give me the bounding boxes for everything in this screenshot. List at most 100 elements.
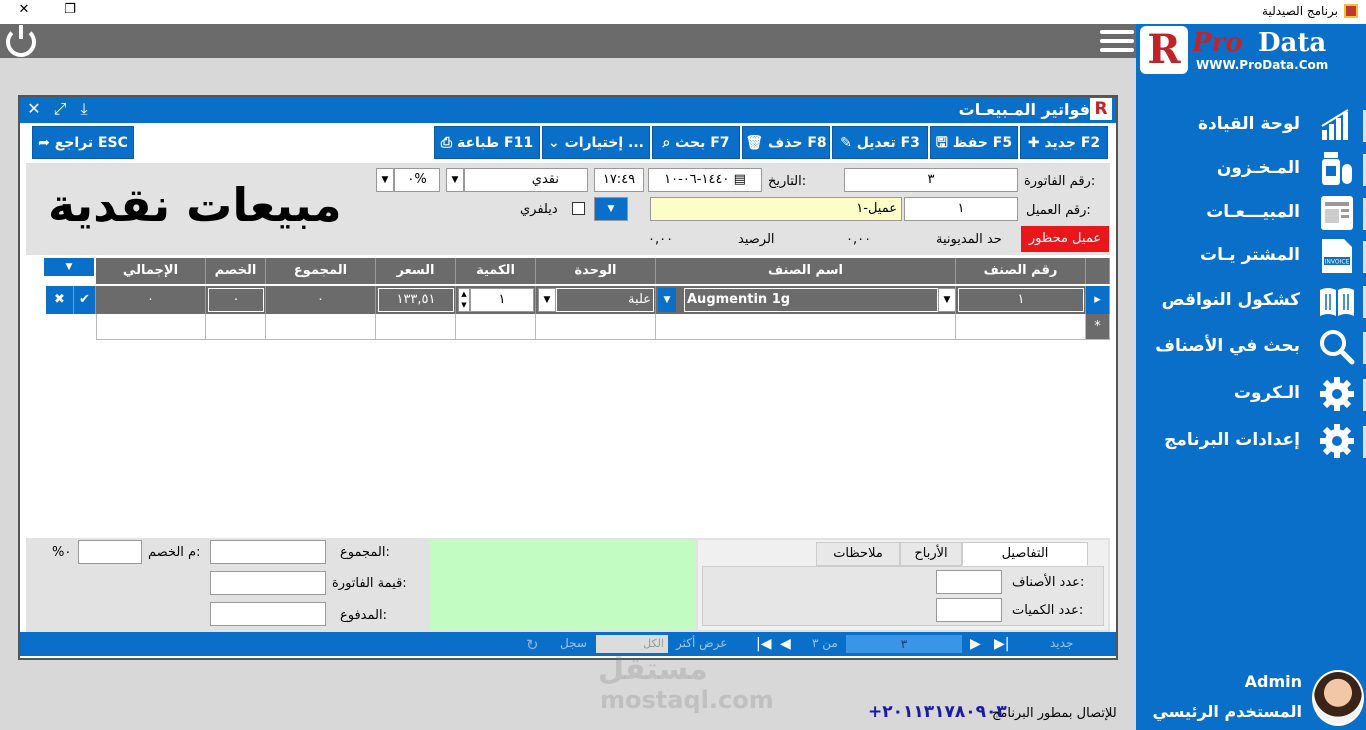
paid-field[interactable] xyxy=(210,602,326,626)
sidebar-item-sales[interactable]: المبيـــعـات xyxy=(1136,194,1366,234)
column-header-item-name[interactable]: اسم الصنف xyxy=(656,258,956,284)
chevron-down-icon[interactable]: ▼ xyxy=(938,288,956,312)
column-header-sum[interactable]: المجموع xyxy=(266,258,376,284)
empty-cell[interactable] xyxy=(376,314,456,340)
customer-name-field[interactable]: عميل-١ xyxy=(650,197,902,221)
date-field[interactable]: ١٤٤٠-٠٦-١٠ ▤ xyxy=(648,168,762,192)
sidebar-item-label: الـكروت xyxy=(1233,383,1300,403)
print-button[interactable]: ⎙ طباعة F11 xyxy=(434,126,540,159)
new-button[interactable]: ✚ جديد F2 xyxy=(1020,126,1108,159)
qty-stepper-icon[interactable]: ▲ ▼ xyxy=(458,288,470,312)
tab-profits[interactable]: الأرباح xyxy=(900,542,962,566)
banned-customer-badge: عميل محظور xyxy=(1021,226,1109,252)
qty-count-field[interactable] xyxy=(936,598,1002,622)
nav-record-field[interactable]: ٣ xyxy=(846,635,962,653)
column-header-total[interactable]: الإجمالي xyxy=(96,258,206,284)
cell-discount[interactable]: ٠ xyxy=(208,288,264,312)
tab-details[interactable]: التفاصيل xyxy=(962,542,1088,566)
options-button[interactable]: ⌄ إختيارات ... xyxy=(542,126,650,159)
nav-last-icon[interactable]: ▶| xyxy=(994,636,1009,652)
column-header-discount[interactable]: الخصم xyxy=(206,258,266,284)
payment-type-select[interactable]: نقدي xyxy=(464,168,588,192)
window-close-icon[interactable]: ✕ xyxy=(14,2,34,17)
purchase-invoice-icon: INVOICE xyxy=(1322,239,1352,273)
nav-first-icon[interactable]: |◀ xyxy=(756,636,771,652)
hamburger-menu-icon[interactable] xyxy=(1100,30,1134,56)
column-header-unit[interactable]: الوحدة xyxy=(536,258,656,284)
download-icon[interactable]: ⤓ xyxy=(74,99,94,119)
nav-filter-select[interactable]: الكل xyxy=(596,635,668,653)
invoice-value-field[interactable] xyxy=(210,571,326,595)
sidebar-item-inventory[interactable]: المـخـزون xyxy=(1136,150,1366,190)
sum-field[interactable] xyxy=(210,540,326,564)
sidebar-item-shortages[interactable]: كشكول النواقص xyxy=(1136,282,1366,322)
cell-item-name[interactable]: Augmentin 1g xyxy=(684,288,938,312)
empty-cell[interactable] xyxy=(656,314,956,340)
save-icon: 🖫 xyxy=(935,135,953,151)
printer-icon: ⎙ xyxy=(440,135,457,151)
chevron-down-icon[interactable]: ▼ xyxy=(446,168,464,192)
items-count-field[interactable] xyxy=(936,570,1002,594)
save-button[interactable]: 🖫 حفظ F5 xyxy=(930,126,1018,159)
confirm-check-icon[interactable]: ✔ xyxy=(74,286,96,314)
cell-price[interactable]: ١٣٣,٥١ xyxy=(378,288,454,312)
cancel-x-icon[interactable]: ✖ xyxy=(46,286,74,314)
grid-options-chevron-icon[interactable]: ▼ xyxy=(44,258,94,276)
empty-cell[interactable] xyxy=(956,314,1086,340)
column-header-qty[interactable]: الكمية xyxy=(456,258,536,284)
delete-button[interactable]: 🗑 حذف F8 xyxy=(742,126,830,159)
invoice-window-header xyxy=(20,97,1116,123)
customer-dropdown-icon[interactable]: ▼ xyxy=(594,197,628,221)
empty-cell[interactable] xyxy=(456,314,536,340)
gear-icon xyxy=(1320,377,1354,411)
power-icon[interactable] xyxy=(6,25,36,57)
top-bar xyxy=(0,24,1136,58)
logo-mark: R xyxy=(1140,26,1188,74)
time-field[interactable]: ١٧:٤٩ xyxy=(594,168,644,192)
discount-field[interactable] xyxy=(78,540,142,564)
column-header-price[interactable]: السعر xyxy=(376,258,456,284)
discount-percent-sign: %٠ xyxy=(52,545,72,560)
chevron-down-icon[interactable]: ▼ xyxy=(538,288,556,312)
sidebar-item-cards[interactable]: الـكروت xyxy=(1136,375,1366,415)
column-header-item-no[interactable]: رقم الصنف xyxy=(956,258,1086,284)
search-icon: ⌕ xyxy=(662,135,676,151)
sidebar-item-dashboard[interactable]: لوحة القيادة xyxy=(1136,106,1366,146)
nav-new-label[interactable]: جديد xyxy=(1050,636,1073,650)
sidebar-item-settings[interactable]: إعدادات البرنامج xyxy=(1136,422,1366,462)
row-selector-arrow-icon[interactable]: ▸ xyxy=(1086,286,1110,314)
sidebar-item-label: المبيـــعـات xyxy=(1206,202,1300,222)
refresh-icon[interactable]: ↻ xyxy=(526,636,539,654)
empty-cell[interactable] xyxy=(206,314,266,340)
delivery-checkbox[interactable] xyxy=(572,202,585,215)
empty-cell[interactable] xyxy=(536,314,656,340)
sum-label: المجموع: xyxy=(340,545,390,560)
customer-no-field[interactable]: ١ xyxy=(904,197,1018,221)
tab-notes[interactable]: ملاحظات xyxy=(816,542,900,566)
maximize-icon[interactable]: ⤢ xyxy=(50,99,70,119)
search-button[interactable]: ⌕ بحث F7 xyxy=(652,126,740,159)
sales-invoice-icon xyxy=(1321,196,1353,230)
watermark-text: مستقل xyxy=(598,652,708,687)
empty-cell[interactable] xyxy=(96,314,206,340)
avatar[interactable] xyxy=(1312,670,1364,726)
empty-cell[interactable] xyxy=(266,314,376,340)
back-button[interactable]: ➦ تراجع ESC xyxy=(32,126,134,159)
invoice-no-field[interactable]: ٣ xyxy=(844,168,1018,192)
cell-qty-input[interactable]: ١ xyxy=(470,288,534,312)
cell-unit[interactable]: علبة xyxy=(556,288,654,312)
sidebar-item-item-search[interactable]: بحث في الأصناف xyxy=(1136,328,1366,368)
chevron-down-icon[interactable]: ▼ xyxy=(376,168,394,192)
close-icon[interactable]: ✕ xyxy=(24,99,44,119)
discount-percent-field[interactable]: ٠% xyxy=(394,168,440,192)
sidebar-item-purchases[interactable]: المشتر يـات INVOICE xyxy=(1136,237,1366,277)
chevron-down-icon[interactable]: ▼ xyxy=(658,288,676,312)
nav-next-icon[interactable]: ▶ xyxy=(970,636,981,652)
cell-item-no[interactable]: ١ xyxy=(958,288,1084,312)
window-titlebar: ✕ ❐ xyxy=(0,0,1366,24)
nav-prev-icon[interactable]: ◀ xyxy=(780,636,791,652)
trash-icon: 🗑 xyxy=(745,135,768,151)
edit-button[interactable]: ✎ تعديل F3 xyxy=(832,126,928,159)
window-maximize-icon[interactable]: ❐ xyxy=(60,2,80,17)
debt-limit-value: ٠,٠٠ xyxy=(846,232,872,247)
